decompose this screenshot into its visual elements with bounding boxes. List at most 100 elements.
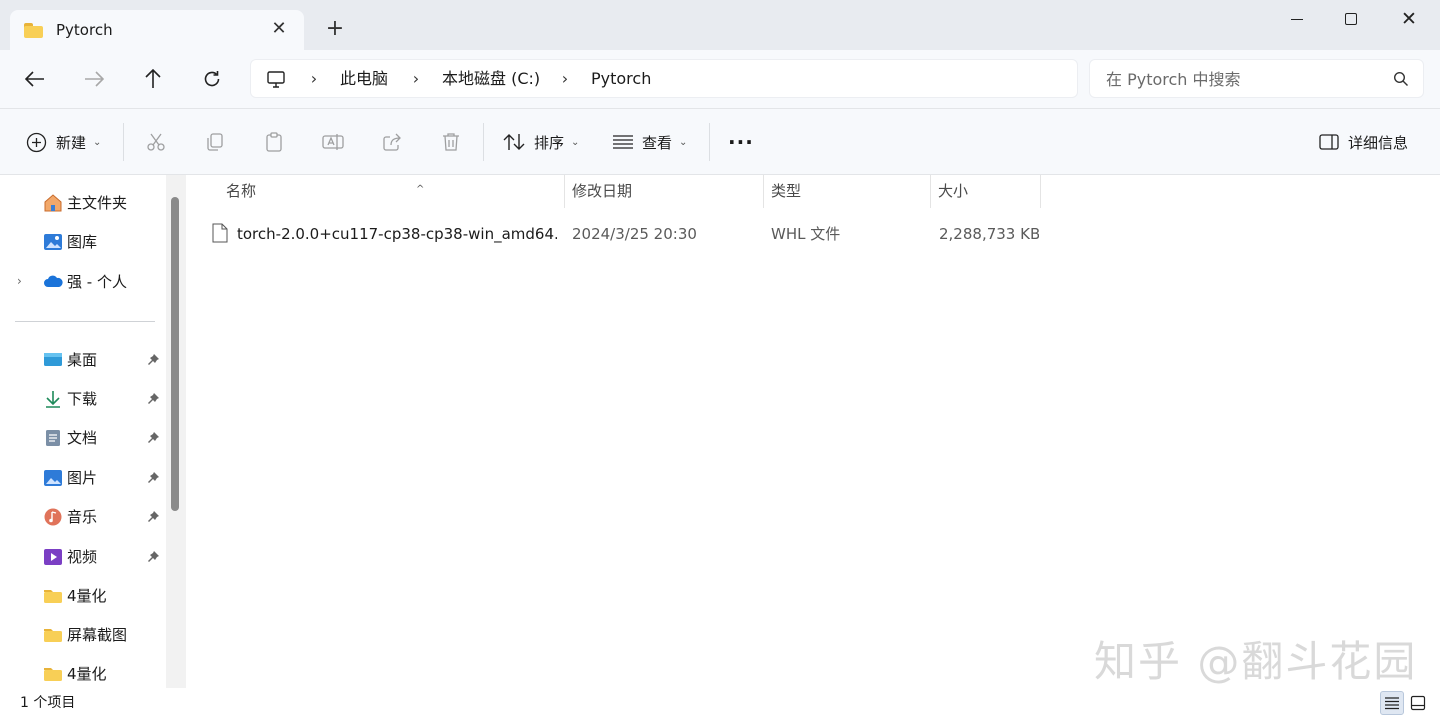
up-button[interactable] [139,66,167,92]
column-header-label: 修改日期 [572,182,633,200]
search-box[interactable] [1089,59,1424,98]
pin-icon[interactable] [146,550,160,564]
forward-button[interactable] [80,66,108,92]
sidebar-item-label: 下载 [67,390,98,408]
new-tab-button[interactable]: + [324,18,346,40]
maximize-button[interactable] [1328,4,1374,34]
delete-button[interactable] [439,130,463,154]
file-name[interactable]: torch-2.0.0+cu117-cp38-cp38-win_amd64...… [237,217,557,251]
sidebar-item-documents[interactable]: 文档 [0,423,172,453]
sidebar-item-pictures[interactable]: 图片 [0,463,172,493]
minimize-button[interactable] [1274,4,1320,34]
separator [123,123,124,161]
search-icon[interactable] [1393,71,1409,87]
breadcrumb-this-pc[interactable]: 此电脑 [340,69,388,89]
sidebar-item-label: 4量化 [67,665,107,683]
tab-title: Pytorch [56,21,113,39]
details-view-button[interactable] [1380,691,1404,715]
column-header-type[interactable]: 类型 [761,175,931,208]
cut-button[interactable] [144,130,168,154]
view-button[interactable]: 查看 ⌄ [613,129,687,155]
sidebar-item-desktop[interactable]: 桌面 [0,345,172,375]
desktop-icon [44,353,62,366]
sidebar-item-folder[interactable]: 4量化 [0,659,172,688]
sidebar-item-downloads[interactable]: 下载 [0,384,172,414]
home-icon [44,194,62,212]
sidebar-item-videos[interactable]: 视频 [0,542,172,572]
arrow-up-icon [145,69,161,88]
breadcrumb-pytorch[interactable]: Pytorch [591,69,651,89]
cut-icon [147,133,165,151]
refresh-icon [204,71,220,87]
minimize-icon [1291,18,1303,20]
chevron-down-icon: ⌄ [571,136,580,148]
this-pc-icon[interactable] [266,69,286,89]
breadcrumb-separator[interactable]: › [559,69,571,89]
column-header-date-modified[interactable]: 修改日期 [562,175,764,208]
share-icon [383,133,401,151]
folder-icon [44,590,62,603]
share-button[interactable] [380,130,404,154]
sidebar-scrollbar-thumb[interactable] [171,197,179,511]
sidebar-item-folder[interactable]: 屏幕截图 [0,620,172,650]
more-options-button[interactable]: ··· [728,129,754,155]
column-header-size[interactable]: 大小 [928,175,1041,208]
details-label: 详细信息 [1348,133,1409,152]
view-label: 查看 [642,133,673,152]
large-icons-view-button[interactable] [1406,691,1430,715]
tab-pytorch[interactable]: Pytorch ✕ [10,10,304,50]
tab-close-button[interactable]: ✕ [270,20,288,38]
sidebar-item-onedrive[interactable]: › 强 - 个人 [0,267,172,297]
delete-icon [443,133,459,151]
pin-icon[interactable] [146,471,160,485]
sidebar-item-label: 桌面 [67,351,98,369]
maximize-icon [1345,13,1357,25]
title-bar: Pytorch ✕ + ✕ [0,0,1440,50]
sidebar-item-gallery[interactable]: 图库 [0,227,172,257]
sidebar-item-music[interactable]: 音乐 [0,502,172,532]
pin-icon[interactable] [146,510,160,524]
new-button[interactable]: 新建 ⌄ [26,129,101,155]
breadcrumb-local-disk[interactable]: 本地磁盘 (C:) [442,69,540,89]
details-pane-button[interactable]: 详细信息 [1319,129,1408,155]
rename-button[interactable] [321,130,345,154]
breadcrumb-separator[interactable]: › [410,69,422,89]
search-input[interactable] [1106,68,1386,90]
column-header-name[interactable]: ^ 名称 [216,175,565,208]
sidebar-item-folder[interactable]: 4量化 [0,581,172,611]
sidebar-item-label: 图片 [67,469,98,487]
sort-button[interactable]: 排序 ⌄ [503,129,579,155]
refresh-button[interactable] [198,66,226,92]
command-bar: 新建 ⌄ 排序 ⌄ 查看 ⌄ ··· 详细信息 [0,109,1440,175]
tiles-view-icon [1410,695,1426,711]
sidebar-item-label: 屏幕截图 [67,626,128,644]
file-list: ^ 名称 修改日期 类型 大小 torch-2.0.0+cu117-cp38-c… [186,175,1440,688]
table-row[interactable]: torch-2.0.0+cu117-cp38-cp38-win_amd64...… [206,217,1039,251]
sort-label: 排序 [534,133,565,152]
paste-button[interactable] [262,130,286,154]
breadcrumb-separator[interactable]: › [308,69,320,89]
rename-icon [322,134,344,150]
file-type: WHL 文件 [771,225,841,243]
folder-icon [44,629,62,642]
sidebar-item-label: 4量化 [67,587,107,605]
pin-icon[interactable] [146,353,160,367]
pin-icon[interactable] [146,431,160,445]
sidebar-item-label: 音乐 [67,508,98,526]
item-count: 1 个项目 [20,695,76,711]
expand-chevron-icon[interactable]: › [17,274,22,288]
close-window-button[interactable]: ✕ [1386,4,1432,34]
sidebar-item-home[interactable]: 主文件夹 [0,188,172,218]
arrow-left-icon [25,71,44,87]
copy-button[interactable] [203,130,227,154]
back-button[interactable] [21,66,49,92]
address-bar[interactable]: › 此电脑 › 本地磁盘 (C:) › Pytorch [250,59,1078,98]
arrow-right-icon [85,71,104,87]
column-header-label: 名称 [226,182,257,200]
new-label: 新建 [56,133,87,152]
folder-icon [24,22,43,38]
more-icon: ··· [728,130,754,154]
list-view-icon [613,135,633,149]
pin-icon[interactable] [146,392,160,406]
separator [709,123,710,161]
